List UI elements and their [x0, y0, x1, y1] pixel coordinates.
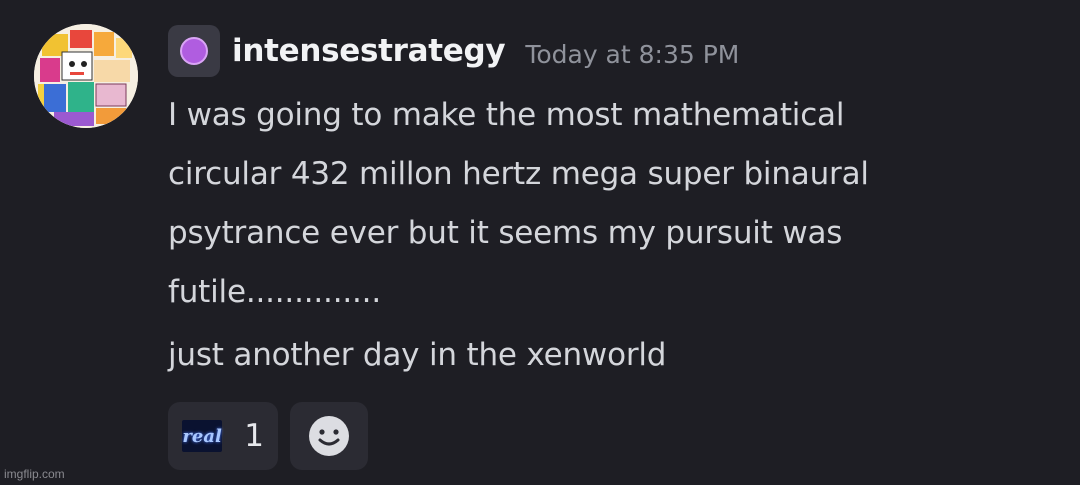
- reaction-real[interactable]: real 1: [168, 402, 278, 470]
- message-line: psytrance ever but it seems my pursuit w…: [168, 215, 843, 251]
- message-line: I was going to make the most mathematica…: [168, 97, 845, 133]
- reactions-bar: real 1: [168, 402, 368, 470]
- reaction-count: 1: [244, 418, 264, 454]
- role-dot: [180, 37, 208, 65]
- add-reaction-button[interactable]: [290, 402, 368, 470]
- purple-circle-icon[interactable]: [168, 25, 220, 77]
- chat-message: intensestrategy Today at 8:35 PM I was g…: [0, 0, 1080, 485]
- message-line-second-paragraph: just another day in the xenworld: [168, 337, 667, 373]
- message-line: futile..............: [168, 274, 381, 310]
- username[interactable]: intensestrategy: [232, 33, 506, 69]
- watermark: imgflip.com: [4, 467, 65, 481]
- avatar[interactable]: [34, 24, 138, 128]
- message-content: I was going to make the most mathematica…: [168, 86, 1048, 385]
- smile-icon: [309, 416, 349, 456]
- avatar-image: [34, 24, 138, 128]
- message-line: circular 432 millon hertz mega super bin…: [168, 156, 869, 192]
- timestamp[interactable]: Today at 8:35 PM: [525, 40, 739, 69]
- real-emoji: real: [182, 420, 223, 452]
- message-header: intensestrategy Today at 8:35 PM: [168, 24, 739, 78]
